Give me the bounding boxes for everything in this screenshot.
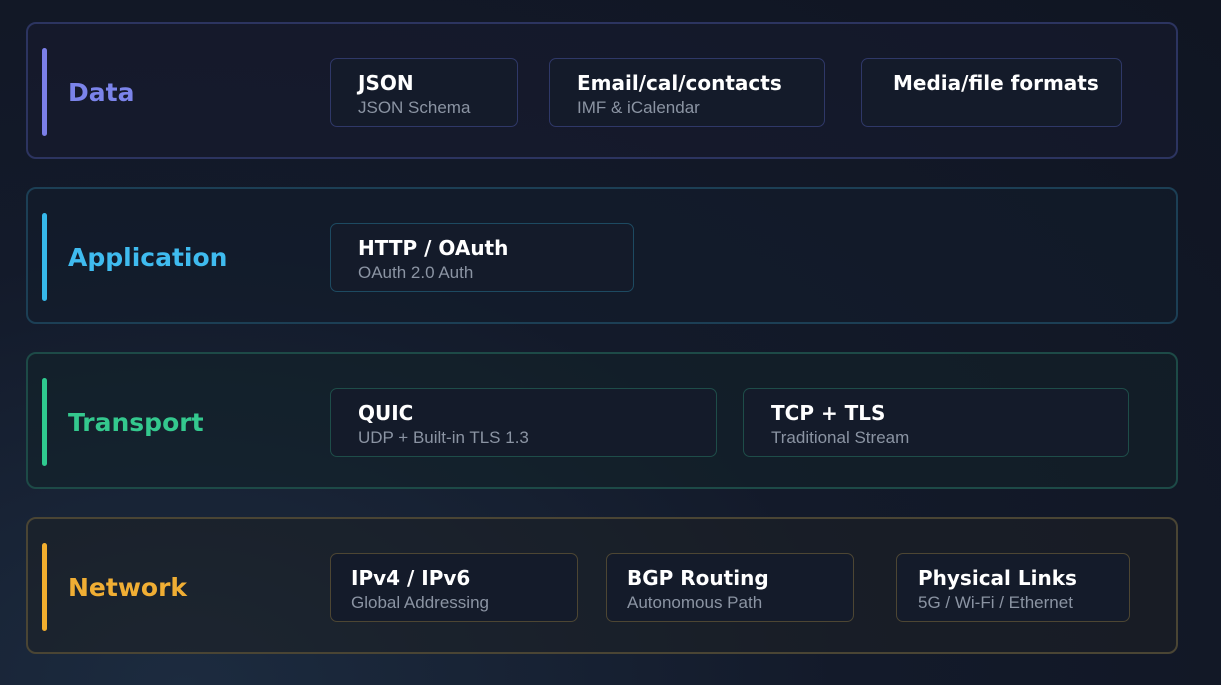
card-subtitle: UDP + Built-in TLS 1.3	[358, 428, 529, 447]
layer-label: Application	[68, 243, 228, 272]
card-title: BGP Routing	[627, 566, 769, 590]
card-ipv4-ipv6: IPv4 / IPv6 Global Addressing	[330, 553, 578, 622]
layer-accent-bar	[42, 48, 47, 136]
card-json: JSON JSON Schema	[330, 58, 518, 127]
layer-accent-bar	[42, 543, 47, 631]
layer-accent-bar	[42, 213, 47, 301]
layer-label: Data	[68, 78, 135, 107]
layer-accent-bar	[42, 378, 47, 466]
card-subtitle: JSON Schema	[358, 98, 471, 117]
card-title: Media/file formats	[893, 71, 1099, 95]
card-subtitle: Global Addressing	[351, 593, 489, 612]
card-http-oauth: HTTP / OAuth OAuth 2.0 Auth	[330, 223, 634, 292]
card-subtitle: Traditional Stream	[771, 428, 910, 447]
card-subtitle: IMF & iCalendar	[577, 98, 700, 117]
card-bgp-routing: BGP Routing Autonomous Path	[606, 553, 854, 622]
card-subtitle: 5G / Wi-Fi / Ethernet	[918, 593, 1073, 612]
card-title: QUIC	[358, 401, 414, 425]
card-email-cal-contacts: Email/cal/contacts IMF & iCalendar	[549, 58, 825, 127]
layer-label: Transport	[68, 408, 204, 437]
layer-network: Network IPv4 / IPv6 Global Addressing BG…	[26, 517, 1178, 654]
card-tcp-tls: TCP + TLS Traditional Stream	[743, 388, 1129, 457]
card-subtitle: OAuth 2.0 Auth	[358, 263, 474, 282]
layer-data: Data JSON JSON Schema Email/cal/contacts…	[26, 22, 1178, 159]
card-title: HTTP / OAuth	[358, 236, 509, 260]
card-media-file-formats: Media/file formats	[861, 58, 1122, 127]
card-subtitle: Autonomous Path	[627, 593, 763, 612]
card-title: TCP + TLS	[771, 401, 886, 425]
layer-label: Network	[68, 573, 188, 602]
layer-transport: Transport QUIC UDP + Built-in TLS 1.3 TC…	[26, 352, 1178, 489]
card-quic: QUIC UDP + Built-in TLS 1.3	[330, 388, 717, 457]
card-physical-links: Physical Links 5G / Wi-Fi / Ethernet	[896, 553, 1130, 622]
card-title: IPv4 / IPv6	[351, 566, 471, 590]
layer-application: Application HTTP / OAuth OAuth 2.0 Auth	[26, 187, 1178, 324]
card-title: Physical Links	[918, 566, 1077, 590]
card-title: JSON	[358, 71, 414, 95]
card-title: Email/cal/contacts	[577, 71, 782, 95]
